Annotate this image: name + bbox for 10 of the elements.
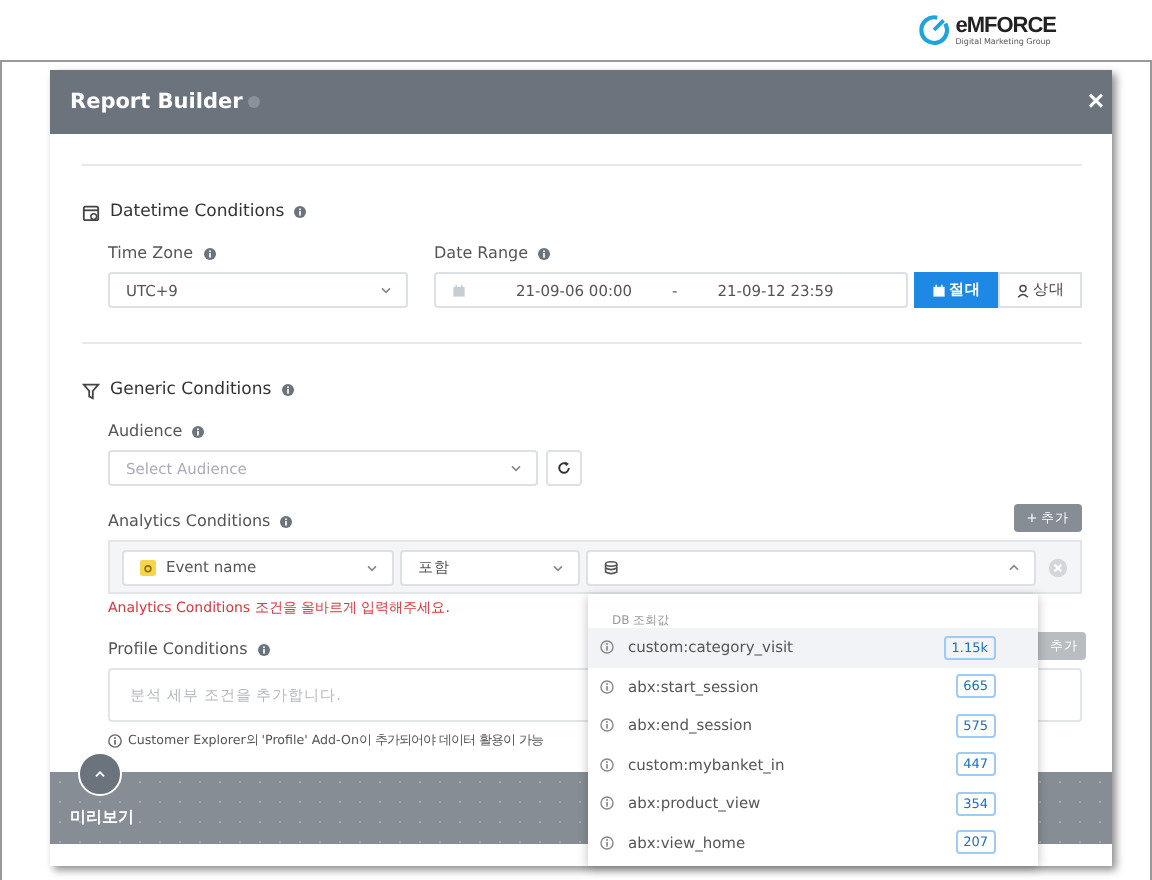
field-label: Date Range bbox=[434, 244, 529, 262]
field-label: Profile Conditions bbox=[108, 640, 248, 658]
preview-title: 미리보기 bbox=[70, 805, 134, 827]
field-label: Analytics Conditions bbox=[108, 512, 271, 530]
section-title: Generic Conditions bbox=[110, 380, 272, 400]
section-title: Datetime Conditions bbox=[110, 202, 285, 222]
field-label: Audience bbox=[108, 422, 183, 440]
modal-title: Report Builder bbox=[70, 90, 243, 114]
field-label: Time Zone bbox=[108, 244, 193, 262]
logo-wordmark: eMFORCE bbox=[955, 15, 1056, 37]
